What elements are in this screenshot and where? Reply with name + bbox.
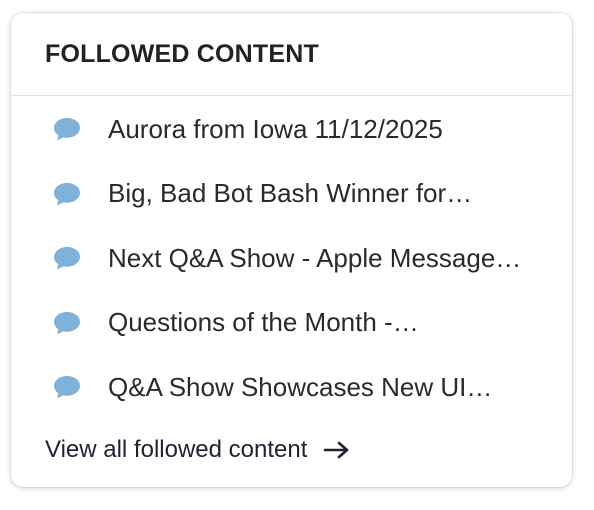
card-header: FOLLOWED CONTENT (11, 13, 572, 96)
list-item-label: Big, Bad Bot Bash Winner for… (108, 178, 473, 209)
card-title: FOLLOWED CONTENT (45, 39, 320, 68)
list-item-label: Q&A Show Showcases New UI… (108, 371, 493, 402)
list-item-label: Aurora from Iowa 11/12/2025 (108, 113, 443, 144)
list-item[interactable]: Big, Bad Bot Bash Winner for… (11, 162, 572, 227)
speech-bubble-icon (51, 309, 83, 337)
list-item[interactable]: Next Q&A Show - Apple Message… (11, 226, 572, 291)
list-item[interactable]: Aurora from Iowa 11/12/2025 (11, 97, 572, 162)
list-item[interactable]: Questions of the Month -… (11, 291, 572, 356)
list-item[interactable]: Q&A Show Showcases New UI… (11, 355, 572, 420)
list-item-label: Questions of the Month -… (108, 307, 419, 338)
list-item-label: Next Q&A Show - Apple Message… (108, 242, 522, 273)
speech-bubble-icon (51, 373, 83, 401)
view-all-link-label: View all followed content (45, 436, 308, 463)
speech-bubble-icon (51, 115, 83, 143)
arrow-right-icon (323, 440, 351, 460)
speech-bubble-icon (51, 180, 83, 208)
view-all-followed-content-link[interactable]: View all followed content (45, 436, 351, 464)
followed-content-card: FOLLOWED CONTENT Aurora from Iowa 11/12/… (11, 13, 572, 487)
followed-content-list: Aurora from Iowa 11/12/2025 Big, Bad Bot… (11, 97, 572, 420)
speech-bubble-icon (51, 244, 83, 272)
